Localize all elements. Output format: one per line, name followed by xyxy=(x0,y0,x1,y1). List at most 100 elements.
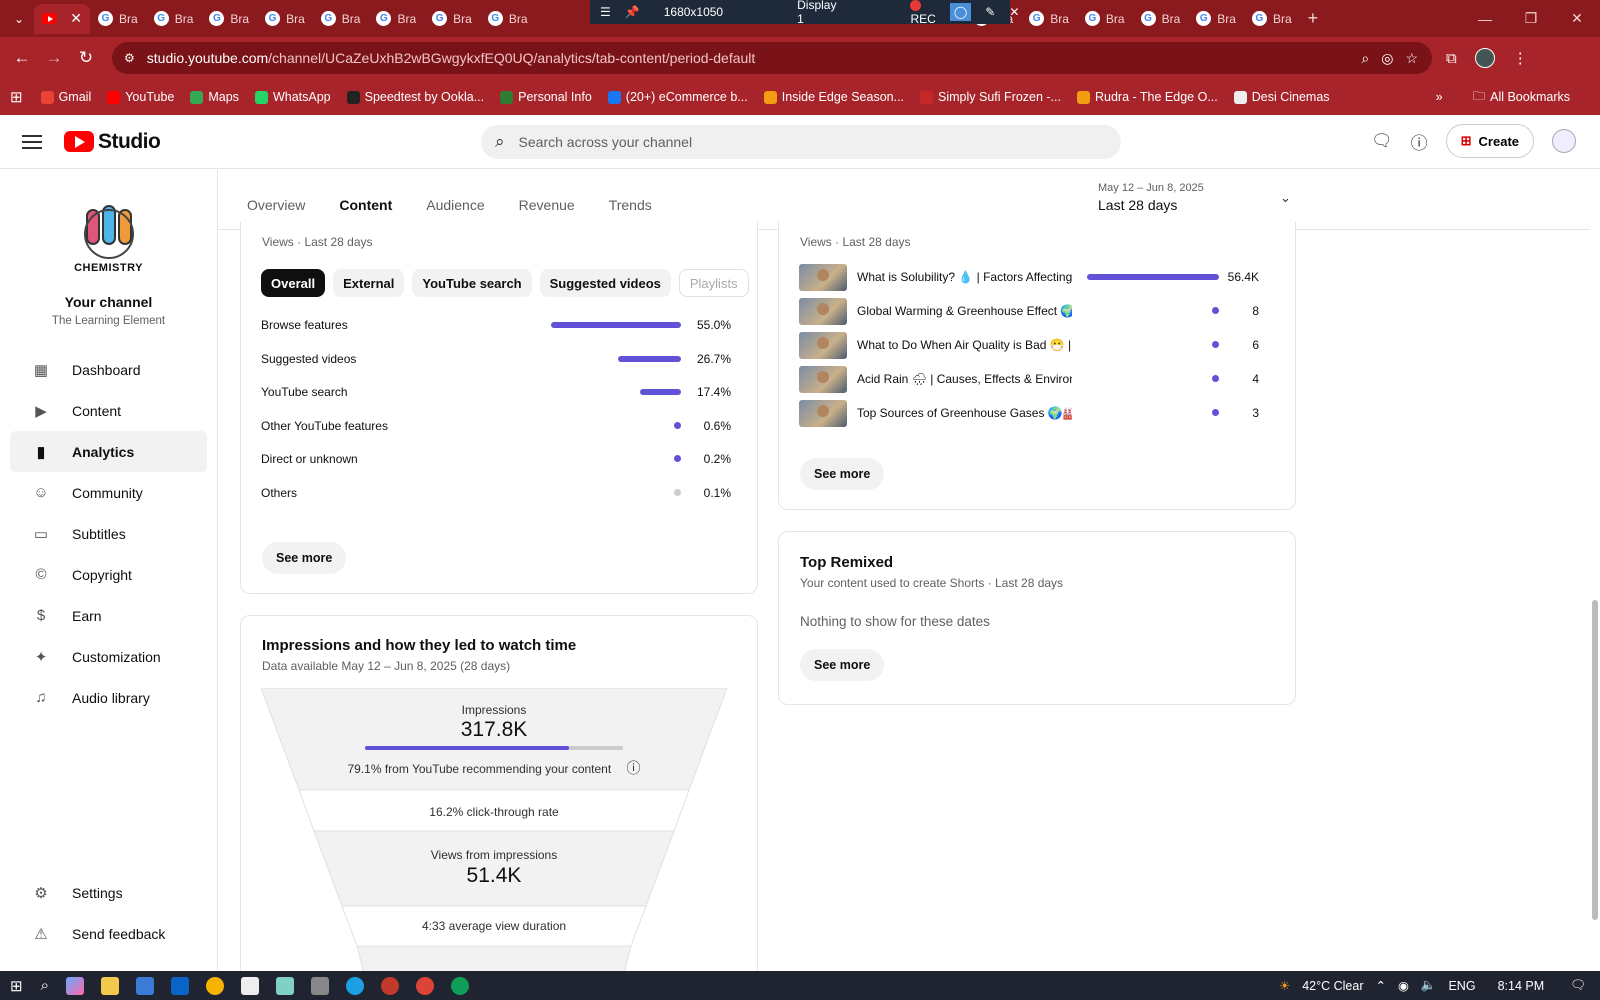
comments-icon[interactable]: 🗨 xyxy=(1371,131,1393,151)
sidebar-item-content[interactable]: ▶ Content xyxy=(10,390,207,431)
back-icon[interactable]: ← xyxy=(6,48,38,68)
browser-tab[interactable]: G Bra xyxy=(146,4,202,34)
overlay-screen-icon[interactable]: ◯ xyxy=(949,3,972,21)
network-icon[interactable]: ◉ xyxy=(1398,978,1409,993)
browser-tab[interactable]: G Bra xyxy=(90,4,146,34)
hamburger-menu-icon[interactable] xyxy=(22,131,42,153)
browser-tab[interactable]: G Bra xyxy=(368,4,424,34)
scrollbar-thumb[interactable] xyxy=(1592,600,1598,920)
volume-icon[interactable]: 🔈 xyxy=(1421,978,1437,993)
video-thumbnail[interactable] xyxy=(799,331,847,359)
overlay-close-icon[interactable]: ✕ xyxy=(1009,5,1019,19)
chevron-down-icon[interactable]: ⌄ xyxy=(1280,190,1291,206)
chrome-profile-icon[interactable] xyxy=(450,976,469,995)
bookmark-item[interactable]: Rudra - The Edge O... xyxy=(1076,90,1218,104)
period-selector[interactable]: May 12 – Jun 8, 2025 Last 28 days xyxy=(1098,182,1204,213)
extensions-icon[interactable]: ⧉ xyxy=(1446,50,1457,67)
traffic-source-row[interactable]: Suggested videos 26.7% xyxy=(261,349,731,369)
bookmark-item[interactable]: (20+) eCommerce b... xyxy=(607,90,748,104)
browser-tab[interactable]: G Bra xyxy=(1021,4,1077,34)
notifications-icon[interactable]: 🗨 xyxy=(1570,978,1586,993)
video-thumbnail[interactable] xyxy=(799,263,847,291)
traffic-see-more-button[interactable]: See more xyxy=(262,542,347,574)
sidebar-item-feedback[interactable]: ⚠ Send feedback xyxy=(10,913,208,954)
taskbar-search-icon[interactable]: ⌕ xyxy=(41,977,49,994)
top-content-see-more-button[interactable]: See more xyxy=(800,458,885,490)
traffic-source-row[interactable]: YouTube search 17.4% xyxy=(261,382,731,402)
search-bar[interactable]: ⌕ xyxy=(481,125,1121,159)
sidebar-item-analytics[interactable]: ▮ Analytics xyxy=(10,431,207,472)
clock[interactable]: 8:14 PM xyxy=(1498,979,1545,993)
search-input[interactable] xyxy=(518,134,1079,150)
video-title[interactable]: Top Sources of Greenhouse Gases 🌍🏭... xyxy=(857,406,1072,420)
top-content-row[interactable]: What to Do When Air Quality is Bad 😷 | .… xyxy=(799,331,1259,359)
bookmark-item[interactable]: Gmail xyxy=(40,90,91,104)
traffic-source-row[interactable]: Browse features 55.0% xyxy=(261,315,731,335)
browser-tab[interactable]: G Bra xyxy=(1133,4,1189,34)
filter-chip-external[interactable]: External xyxy=(333,269,405,297)
bookmark-item[interactable]: Maps xyxy=(190,90,239,104)
filter-chip-suggested-videos[interactable]: Suggested videos xyxy=(539,269,671,297)
channel-logo[interactable]: CHEMISTRY xyxy=(69,202,149,282)
browser-tab[interactable]: G Bra xyxy=(1244,4,1300,34)
sidebar-item-subtitles[interactable]: ▭ Subtitles xyxy=(10,513,207,554)
bookmark-item[interactable]: Inside Edge Season... xyxy=(763,90,904,104)
bookmark-item[interactable]: YouTube xyxy=(107,90,174,104)
edge-icon[interactable] xyxy=(345,976,364,995)
forward-icon[interactable]: → xyxy=(38,48,70,68)
reload-icon[interactable]: ↻ xyxy=(70,48,102,68)
bookmark-item[interactable]: Personal Info xyxy=(500,90,592,104)
bookmark-item[interactable]: Speedtest by Ookla... xyxy=(346,90,484,104)
apps-grid-icon[interactable]: ⊞ xyxy=(10,88,23,106)
video-title[interactable]: Acid Rain 🌧 | Causes, Effects & Environ.… xyxy=(857,372,1072,386)
overlay-pencil-icon[interactable]: ✎ xyxy=(985,5,995,19)
top-content-row[interactable]: Global Warming & Greenhouse Effect 🌍... 8 xyxy=(799,297,1259,325)
browser-tab[interactable]: G Bra xyxy=(313,4,369,34)
video-thumbnail[interactable] xyxy=(799,365,847,393)
sidebar-item-community[interactable]: ☺ Community xyxy=(10,472,207,513)
video-title[interactable]: What is Solubility? 💧 | Factors Affectin… xyxy=(857,270,1072,284)
channel-avatar[interactable] xyxy=(1552,129,1576,153)
browser-tab[interactable]: G Bra xyxy=(201,4,257,34)
file-explorer-icon[interactable] xyxy=(100,976,119,995)
sidebar-item-earn[interactable]: $ Earn xyxy=(10,595,207,636)
lang-indicator[interactable]: ENG xyxy=(1448,979,1475,993)
bookmarks-overflow-icon[interactable]: » xyxy=(1436,90,1443,104)
page-scrollbar[interactable] xyxy=(1590,170,1600,970)
info-icon[interactable]: ⓘ xyxy=(627,760,641,776)
filter-chip-playlists[interactable]: Playlists xyxy=(678,269,749,297)
browser-tab[interactable]: G Bra xyxy=(480,4,536,34)
sidebar-item-dashboard[interactable]: ▦ Dashboard xyxy=(10,349,207,390)
traffic-source-row[interactable]: Direct or unknown 0.2% xyxy=(261,449,731,469)
outlook-icon[interactable] xyxy=(170,976,189,995)
restore-icon[interactable]: ❐ xyxy=(1508,10,1554,27)
top-content-row[interactable]: Acid Rain 🌧 | Causes, Effects & Environ.… xyxy=(799,365,1259,393)
new-tab-icon[interactable]: + xyxy=(1300,4,1327,34)
filter-chip-youtube-search[interactable]: YouTube search xyxy=(412,269,532,297)
top-content-row[interactable]: What is Solubility? 💧 | Factors Affectin… xyxy=(799,263,1259,291)
overlay-pin-icon[interactable]: 📌 xyxy=(625,5,640,19)
tab-search-chevron-icon[interactable]: ⌄ xyxy=(4,4,34,34)
help-icon[interactable]: ⓘ xyxy=(1411,129,1428,154)
bookmark-item[interactable]: Desi Cinemas xyxy=(1233,90,1330,104)
url-field[interactable]: ⚙ studio.youtube.com/channel/UCaZeUxhB2w… xyxy=(112,42,1432,74)
overlay-rec[interactable]: REC xyxy=(910,0,936,26)
video-thumbnail[interactable] xyxy=(799,297,847,325)
bookmark-item[interactable]: Simply Sufi Frozen -... xyxy=(920,90,1061,104)
bookmark-item[interactable]: WhatsApp xyxy=(254,90,331,104)
top-remixed-see-more-button[interactable]: See more xyxy=(800,649,885,681)
browser-tab[interactable]: G Bra xyxy=(1077,4,1133,34)
notes-icon[interactable] xyxy=(275,976,294,995)
overlay-menu-icon[interactable]: ☰ xyxy=(600,5,611,19)
minimize-icon[interactable]: — xyxy=(1462,11,1508,27)
copilot-icon[interactable] xyxy=(65,976,84,995)
chrome-icon[interactable] xyxy=(415,976,434,995)
calculator-icon[interactable] xyxy=(310,976,329,995)
traffic-source-row[interactable]: Others 0.1% xyxy=(261,483,731,503)
notepad-icon[interactable] xyxy=(240,976,259,995)
site-info-icon[interactable]: ⚙ xyxy=(124,51,135,65)
studio-logo[interactable]: Studio xyxy=(64,130,161,154)
video-thumbnail[interactable] xyxy=(799,399,847,427)
recorder-icon[interactable] xyxy=(380,976,399,995)
windows-start-icon[interactable]: ⊞ xyxy=(10,977,23,995)
